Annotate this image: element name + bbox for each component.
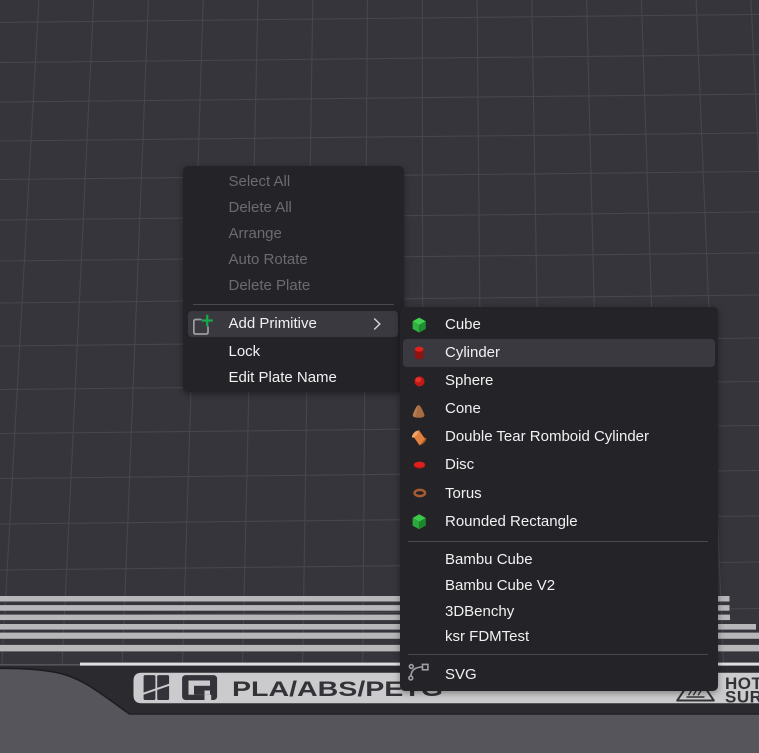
- svg-text:SUR: SUR: [725, 687, 759, 706]
